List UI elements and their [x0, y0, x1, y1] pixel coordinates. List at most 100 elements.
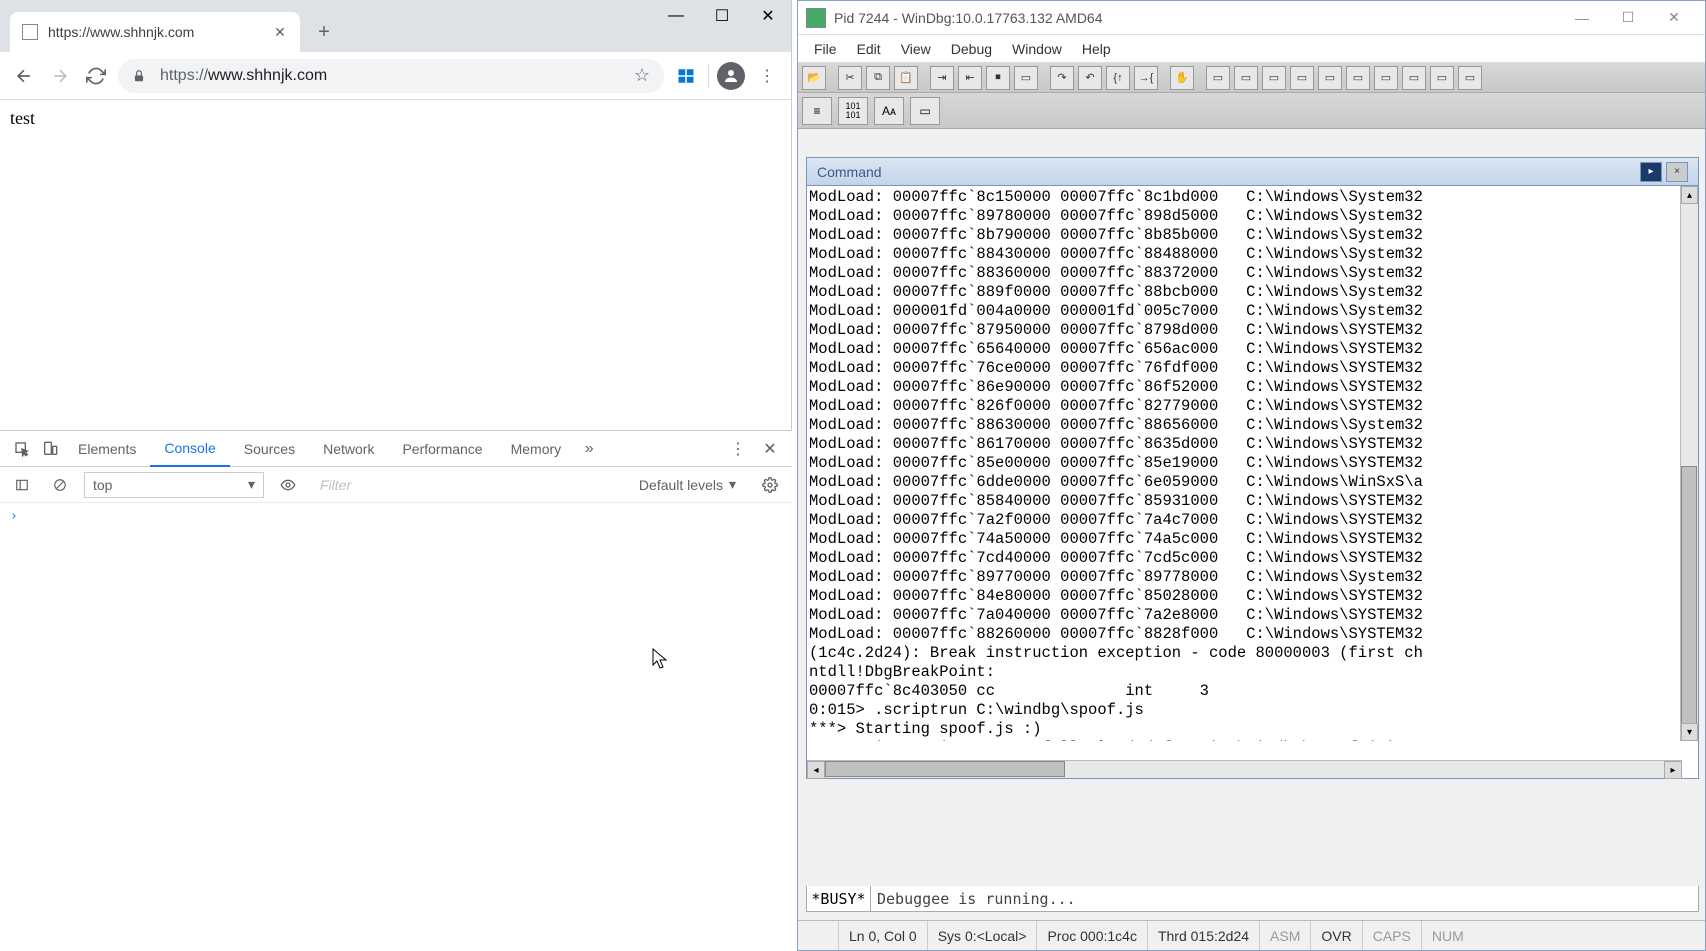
- close-tab-icon[interactable]: ✕: [272, 24, 288, 40]
- registers-window-icon[interactable]: ▭: [1290, 66, 1314, 90]
- copy-icon[interactable]: ⧉: [866, 66, 890, 90]
- status-thrd: Thrd 015:2d24: [1147, 921, 1259, 950]
- levels-select[interactable]: Default levels▾: [629, 476, 746, 493]
- url-text: https://www.shhnjk.com: [160, 67, 634, 85]
- callstack-window-icon[interactable]: ▭: [1346, 66, 1370, 90]
- tab-performance[interactable]: Performance: [388, 431, 496, 467]
- locals-window-icon[interactable]: ▭: [1262, 66, 1286, 90]
- windows-app-icon[interactable]: [672, 62, 700, 90]
- run-to-icon[interactable]: →{: [1134, 66, 1158, 90]
- close-devtools-icon[interactable]: ✕: [756, 435, 784, 463]
- disasm-window-icon[interactable]: ▭: [1374, 66, 1398, 90]
- close-button[interactable]: ✕: [1651, 3, 1697, 33]
- bookmark-icon[interactable]: ☆: [634, 65, 650, 86]
- console-output[interactable]: ›: [0, 503, 792, 530]
- menu-help[interactable]: Help: [1072, 41, 1121, 57]
- status-ovr: OVR: [1310, 921, 1361, 950]
- source-mode-icon[interactable]: ≡: [802, 97, 832, 125]
- tab-elements[interactable]: Elements: [64, 431, 150, 467]
- minimize-button[interactable]: —: [653, 0, 699, 32]
- app-icon: [806, 8, 826, 28]
- restart-icon[interactable]: ⇤: [958, 66, 982, 90]
- reload-button[interactable]: [82, 62, 110, 90]
- scroll-left-icon[interactable]: ◂: [807, 761, 825, 779]
- hand-icon[interactable]: ✋: [1170, 66, 1194, 90]
- back-button[interactable]: [10, 62, 38, 90]
- tab-title: https://www.shhnjk.com: [48, 24, 272, 40]
- tab-sources[interactable]: Sources: [230, 431, 309, 467]
- maximize-button[interactable]: ☐: [1605, 3, 1651, 33]
- proc-threads-icon[interactable]: ▭: [1430, 66, 1454, 90]
- context-select[interactable]: top▾: [84, 472, 264, 498]
- menu-file[interactable]: File: [804, 41, 847, 57]
- memory-window-icon[interactable]: ▭: [1318, 66, 1342, 90]
- devtools-menu-icon[interactable]: ⋮: [724, 435, 752, 463]
- command-output[interactable]: ModLoad: 00007ffc`8c150000 00007ffc`8c1b…: [807, 186, 1698, 741]
- menu-view[interactable]: View: [891, 41, 941, 57]
- window-title: Pid 7244 - WinDbg:10.0.17763.132 AMD64: [834, 10, 1559, 26]
- scroll-hthumb[interactable]: [825, 761, 1065, 777]
- settings-icon[interactable]: [756, 471, 784, 499]
- step-over-icon[interactable]: ↶: [1078, 66, 1102, 90]
- tab-console[interactable]: Console: [150, 431, 229, 467]
- tab-network[interactable]: Network: [309, 431, 388, 467]
- source-window-icon[interactable]: ▭: [1458, 66, 1482, 90]
- address-bar[interactable]: https://www.shhnjk.com ☆: [118, 59, 664, 93]
- step-out-icon[interactable]: {↑: [1106, 66, 1130, 90]
- toolbar: https://www.shhnjk.com ☆ ⋮: [0, 52, 791, 100]
- clear-console-icon[interactable]: [46, 471, 74, 499]
- scratch-window-icon[interactable]: ▭: [1402, 66, 1426, 90]
- maximize-button[interactable]: ☐: [699, 0, 745, 32]
- status-lncol: Ln 0, Col 0: [838, 921, 927, 950]
- more-tabs-icon[interactable]: »: [575, 435, 603, 463]
- step-into-icon[interactable]: ↷: [1050, 66, 1074, 90]
- separator: [708, 64, 709, 88]
- cmd-window-icon[interactable]: ▭: [1206, 66, 1230, 90]
- command-pane-title[interactable]: Command ▸ ×: [807, 158, 1698, 186]
- scroll-thumb[interactable]: [1681, 466, 1697, 726]
- browser-tab[interactable]: https://www.shhnjk.com ✕: [10, 12, 300, 52]
- open-icon[interactable]: 📂: [802, 66, 826, 90]
- page-text: test: [10, 108, 35, 128]
- profile-avatar[interactable]: [717, 62, 745, 90]
- chrome-window: https://www.shhnjk.com ✕ + — ☐ ✕ https:/…: [0, 0, 792, 951]
- vertical-scrollbar[interactable]: ▴ ▾: [1680, 186, 1698, 741]
- sidebar-toggle-icon[interactable]: [8, 471, 36, 499]
- menu-window[interactable]: Window: [1002, 41, 1072, 57]
- forward-button[interactable]: [46, 62, 74, 90]
- minimize-button[interactable]: —: [1559, 3, 1605, 33]
- tab-memory[interactable]: Memory: [497, 431, 576, 467]
- scroll-up-icon[interactable]: ▴: [1681, 186, 1698, 204]
- font-icon[interactable]: Aᴀ: [874, 97, 904, 125]
- window-controls: — ☐ ✕: [653, 0, 791, 32]
- live-expression-icon[interactable]: [274, 471, 302, 499]
- options-icon[interactable]: ▭: [910, 97, 940, 125]
- new-tab-button[interactable]: +: [310, 18, 338, 46]
- horizontal-scrollbar[interactable]: ◂ ▸: [807, 760, 1682, 778]
- inspect-icon[interactable]: [8, 435, 36, 463]
- watch-window-icon[interactable]: ▭: [1234, 66, 1258, 90]
- binary-icon[interactable]: 101101: [838, 97, 868, 125]
- scroll-down-icon[interactable]: ▾: [1681, 723, 1698, 741]
- windbg-titlebar[interactable]: Pid 7244 - WinDbg:10.0.17763.132 AMD64 —…: [798, 1, 1705, 35]
- command-input-row: *BUSY* Debuggee is running...: [806, 886, 1699, 912]
- pane-dock-icon[interactable]: ▸: [1640, 162, 1662, 182]
- break-icon[interactable]: ▭: [1014, 66, 1038, 90]
- go-icon[interactable]: ⇥: [930, 66, 954, 90]
- console-toolbar: top▾ Default levels▾: [0, 467, 792, 503]
- scroll-right-icon[interactable]: ▸: [1664, 761, 1682, 779]
- menu-button[interactable]: ⋮: [753, 62, 781, 90]
- status-spacer: [798, 921, 838, 950]
- status-sys: Sys 0:<Local>: [927, 921, 1037, 950]
- stop-icon[interactable]: ⏹: [986, 66, 1010, 90]
- pane-close-icon[interactable]: ×: [1666, 162, 1688, 182]
- device-icon[interactable]: [36, 435, 64, 463]
- close-window-button[interactable]: ✕: [745, 0, 791, 32]
- cut-icon[interactable]: ✂: [838, 66, 862, 90]
- filter-input[interactable]: [312, 472, 619, 498]
- status-num: NUM: [1421, 921, 1474, 950]
- menu-edit[interactable]: Edit: [847, 41, 891, 57]
- menu-debug[interactable]: Debug: [941, 41, 1002, 57]
- command-input[interactable]: Debuggee is running...: [871, 886, 1698, 911]
- paste-icon[interactable]: 📋: [894, 66, 918, 90]
